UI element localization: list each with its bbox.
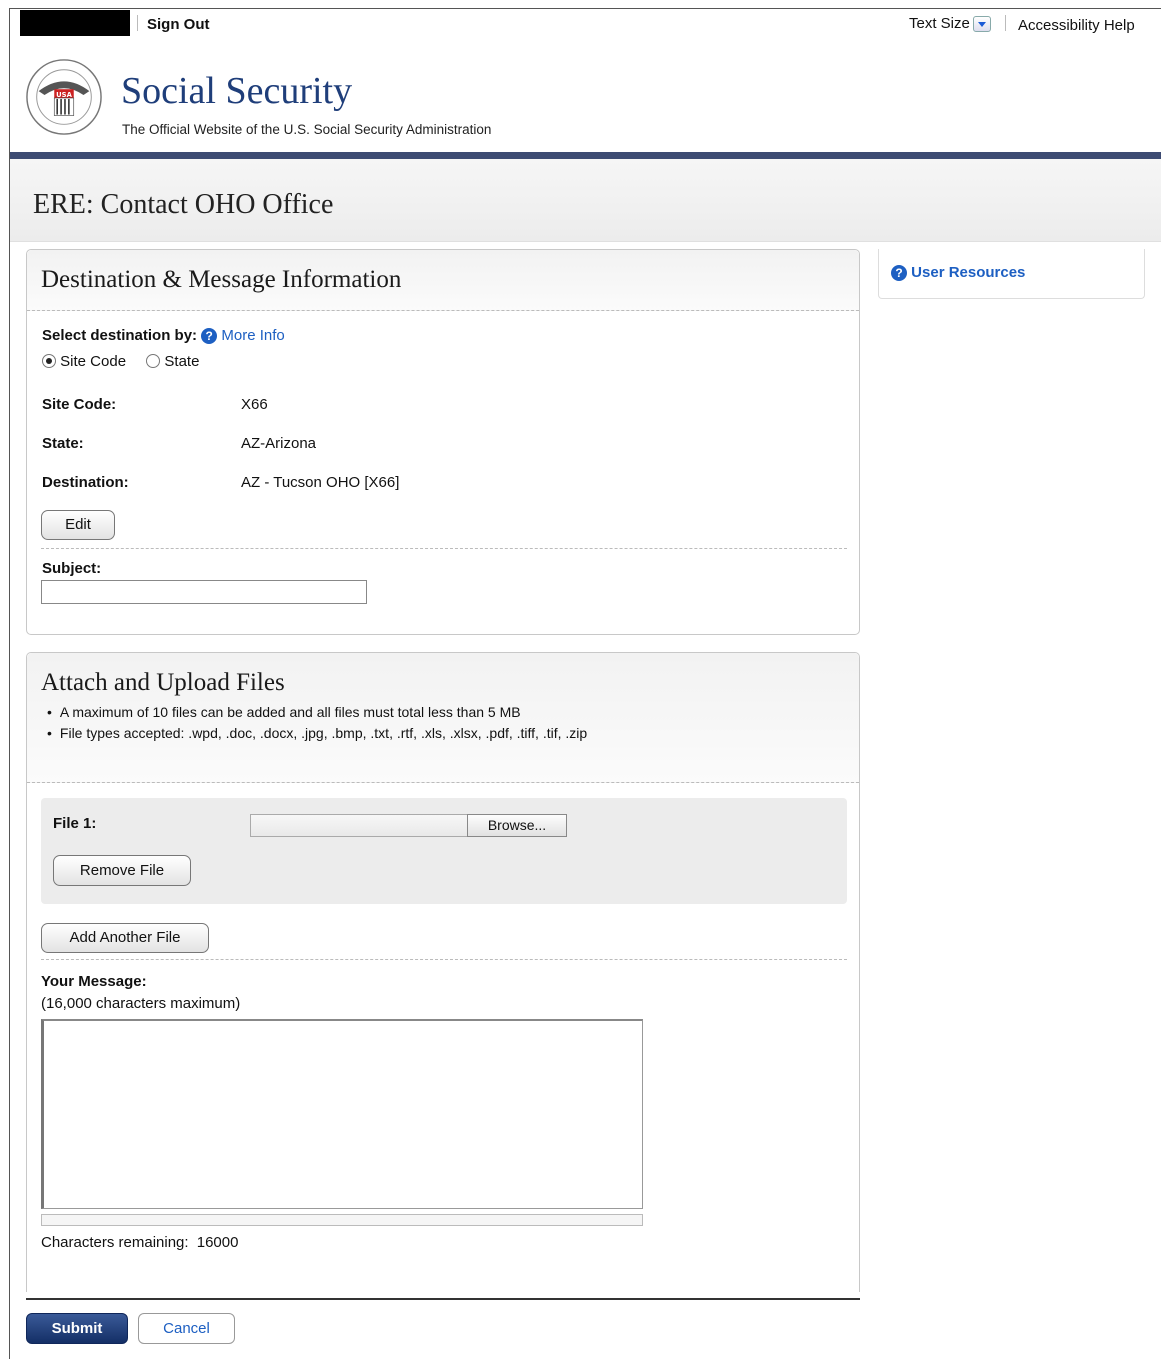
message-textarea[interactable] bbox=[41, 1019, 643, 1209]
divider bbox=[41, 548, 847, 549]
browser-page: Sign Out Text Size Accessibility Help US… bbox=[9, 8, 1161, 1359]
destination-label: Destination: bbox=[42, 474, 129, 491]
site-header: USA Social Security The Official Website… bbox=[10, 41, 1161, 152]
user-resources-row[interactable]: ? User Resources bbox=[891, 264, 1025, 281]
select-destination-label: Select destination by: bbox=[42, 327, 198, 344]
sign-out-link[interactable]: Sign Out bbox=[147, 16, 210, 33]
radio-button-selected[interactable] bbox=[42, 354, 56, 368]
attach-panel: Attach and Upload Files A maximum of 10 … bbox=[26, 652, 860, 1292]
list-item: File types accepted: .wpd, .doc, .docx, … bbox=[41, 725, 587, 741]
add-another-file-button[interactable]: Add Another File bbox=[41, 923, 209, 953]
page-title-area: ERE: Contact OHO Office bbox=[10, 159, 1161, 242]
help-icon[interactable]: ? bbox=[201, 328, 218, 344]
help-icon[interactable]: ? bbox=[891, 265, 907, 281]
radio-button[interactable] bbox=[146, 354, 161, 368]
site-code-label: Site Code: bbox=[42, 396, 117, 413]
user-resources-link[interactable]: User Resources bbox=[911, 264, 1025, 281]
page-title: ERE: Contact OHO Office bbox=[33, 189, 334, 220]
characters-remaining: Characters remaining: 16000 bbox=[41, 1234, 238, 1251]
text-size-label: Text Size bbox=[909, 15, 970, 32]
redacted-username bbox=[20, 10, 130, 36]
submit-button[interactable]: Submit bbox=[26, 1313, 128, 1344]
file-label: File 1: bbox=[53, 815, 97, 832]
site-code-value: X66 bbox=[241, 396, 268, 413]
more-info-link[interactable]: More Info bbox=[221, 327, 284, 344]
text-size-control[interactable]: Text Size bbox=[909, 15, 991, 32]
chevron-down-icon[interactable] bbox=[972, 15, 991, 32]
radio-state[interactable]: State bbox=[146, 353, 199, 370]
browse-button[interactable]: Browse... bbox=[467, 814, 567, 837]
state-label: State: bbox=[42, 435, 84, 452]
characters-remaining-value: 16000 bbox=[196, 1234, 239, 1251]
section-title: Destination & Message Information bbox=[41, 266, 402, 293]
divider bbox=[1005, 15, 1006, 31]
subject-input[interactable] bbox=[41, 580, 367, 604]
state-value: AZ-Arizona bbox=[241, 435, 317, 452]
file-upload-row: File 1: Browse... Remove File bbox=[41, 798, 847, 904]
select-destination-row: Select destination by: ? More Info bbox=[42, 327, 285, 344]
radio-site-code[interactable]: Site Code bbox=[42, 353, 130, 370]
divider bbox=[41, 959, 847, 960]
utility-bar: Sign Out Text Size Accessibility Help bbox=[10, 9, 1161, 41]
divider bbox=[137, 15, 138, 31]
ssa-seal-logo[interactable]: USA bbox=[25, 58, 103, 136]
destination-radio-group: Site Code State bbox=[42, 353, 199, 370]
message-label: Your Message: bbox=[41, 973, 147, 990]
message-hint: (16,000 characters maximum) bbox=[41, 995, 241, 1012]
upload-rules-list: A maximum of 10 files can be added and a… bbox=[41, 704, 587, 746]
destination-panel: Destination & Message Information Select… bbox=[26, 249, 860, 635]
characters-remaining-label: Characters remaining: bbox=[41, 1234, 189, 1251]
header-divider-bar bbox=[10, 152, 1161, 159]
cancel-button[interactable]: Cancel bbox=[138, 1313, 235, 1344]
panel-header: Destination & Message Information bbox=[27, 250, 859, 311]
destination-value: AZ - Tucson OHO [X66] bbox=[241, 474, 400, 491]
panel-header: Attach and Upload Files A maximum of 10 … bbox=[27, 653, 859, 783]
site-subtitle: The Official Website of the U.S. Social … bbox=[122, 122, 492, 137]
user-resources-box: ? User Resources bbox=[878, 249, 1145, 299]
radio-state-label[interactable]: State bbox=[164, 353, 199, 370]
accessibility-help-link[interactable]: Accessibility Help bbox=[1018, 17, 1135, 34]
site-title[interactable]: Social Security bbox=[121, 69, 352, 113]
edit-button[interactable]: Edit bbox=[41, 510, 115, 540]
file-path-field[interactable] bbox=[250, 814, 469, 837]
remove-file-button[interactable]: Remove File bbox=[53, 855, 191, 886]
horizontal-scrollbar[interactable] bbox=[41, 1214, 643, 1226]
section-title: Attach and Upload Files bbox=[41, 669, 285, 696]
list-item: A maximum of 10 files can be added and a… bbox=[41, 704, 587, 720]
subject-label: Subject: bbox=[42, 560, 102, 577]
radio-site-code-label[interactable]: Site Code bbox=[60, 353, 126, 370]
footer-divider bbox=[26, 1298, 860, 1300]
